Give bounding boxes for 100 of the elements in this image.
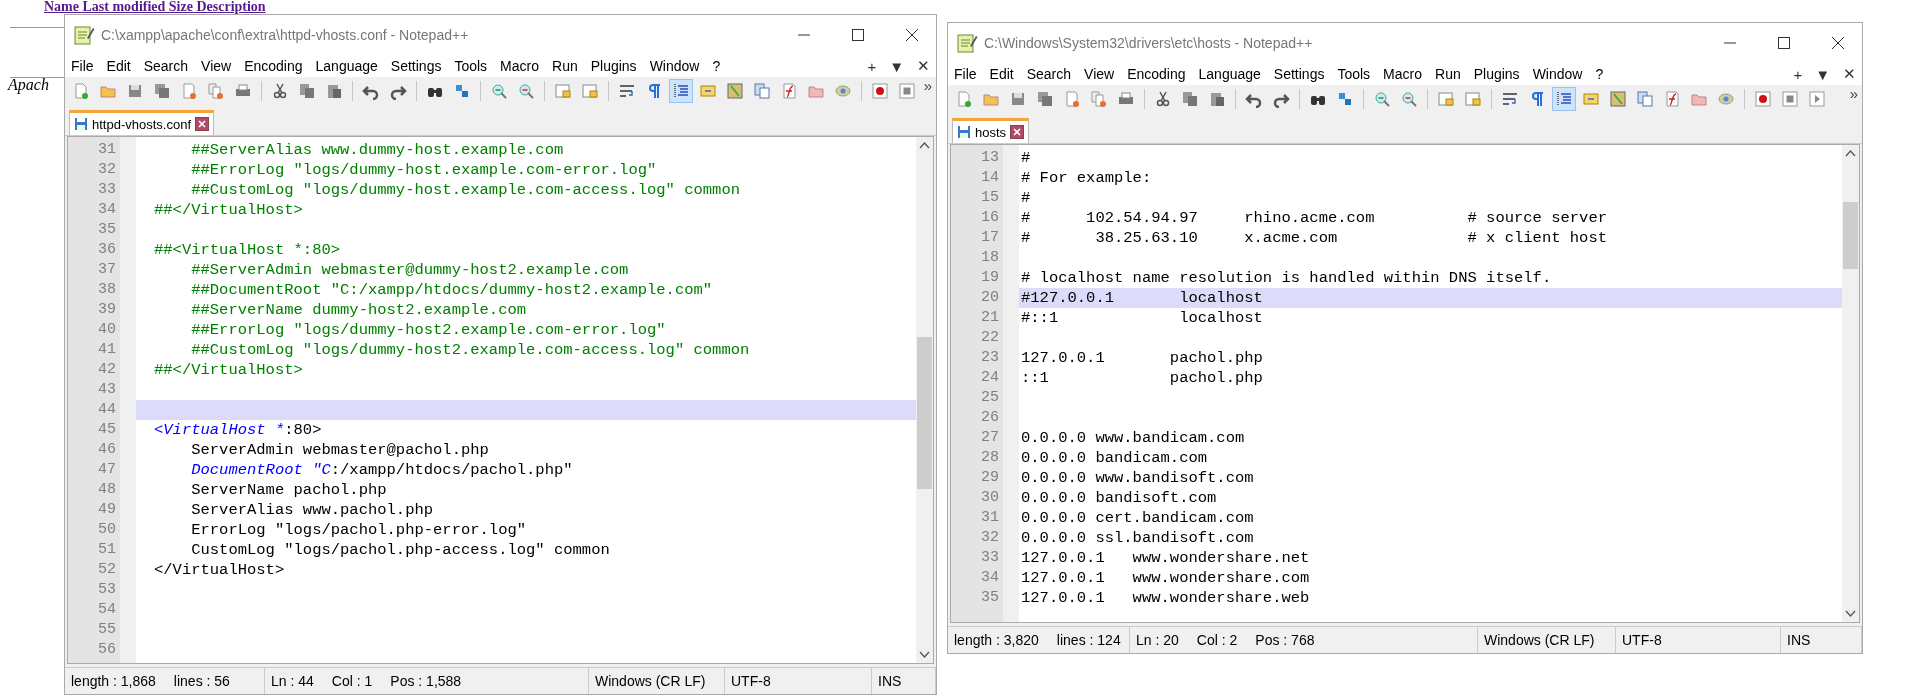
line-number: 18 [980,248,1000,268]
line-number: 44 [97,400,117,420]
menu-item[interactable]: Encoding [1127,66,1186,82]
code-line: # 102.54.94.97 rhino.acme.com # source server [1021,209,1607,227]
line-number: 31 [97,140,117,160]
close-icon[interactable] [195,117,209,131]
line-number: 46 [97,440,117,460]
new-file-icon [955,90,973,108]
map-icon [726,82,744,100]
document-function-icon [1663,90,1681,108]
menu-item[interactable]: Tools [1337,66,1371,82]
map-icon [1609,90,1627,108]
file-tab[interactable]: hosts [952,118,1030,143]
status-text: Ln : 44 [271,673,314,689]
code-line: 0.0.0.0 bandisoft.com [1021,489,1217,507]
line-number: 53 [97,580,117,600]
menu-item[interactable]: Language [315,58,378,74]
menu-item[interactable]: Settings [390,58,442,74]
status-text: length : 1,868 [71,673,156,689]
vertical-scrollbar[interactable] [916,137,933,663]
menu-control[interactable]: + [1793,65,1803,83]
line-number: 43 [97,380,117,400]
document-close-icon [1063,90,1081,108]
line-number: 39 [97,300,117,320]
line-number: 21 [980,308,1000,328]
line-number: 32 [97,160,117,180]
menu-control[interactable]: ▼ [889,57,904,75]
menu-item[interactable]: Edit [989,66,1014,82]
menu-item[interactable]: Language [1198,66,1261,82]
code-line: ##ServerName dummy-host2.example.com [190,301,527,319]
eye-icon [1717,90,1735,108]
code-line: CustomLog "logs/pachol.php-access.log" common [190,541,610,559]
menu-item[interactable]: Run [1435,66,1461,82]
line-number: 31 [980,508,1000,528]
close-icon[interactable] [1010,125,1025,139]
window-lock-icon [1437,90,1455,108]
eye-icon [834,82,852,100]
menu-item[interactable]: File [71,58,94,74]
menu-item[interactable]: File [954,66,977,82]
file-tab[interactable]: httpd-vhosts.conf [69,110,214,135]
status-text: Col : 2 [1196,632,1238,648]
scroll-down-icon[interactable] [1845,610,1856,618]
status-text: lines : 124 [1056,632,1121,648]
menu-control[interactable]: ✕ [1843,65,1856,83]
menu-item[interactable]: Macro [500,58,539,74]
copy-icon [298,82,316,100]
menu-item[interactable]: Window [1532,66,1583,82]
code-line: 0.0.0.0 bandicam.com [1021,449,1208,467]
menu-item[interactable]: Plugins [590,58,637,74]
code-line: <VirtualHost *:80> [154,421,322,439]
menu-item[interactable]: Encoding [244,58,303,74]
toolbar-overflow[interactable]: » [1849,85,1858,102]
menu-control[interactable]: + [867,57,877,75]
menu-item[interactable]: Search [143,58,189,74]
menu-item[interactable]: Plugins [1473,66,1520,82]
scroll-up-icon[interactable] [1845,149,1856,157]
menu-item[interactable]: Search [1026,66,1072,82]
line-number: 47 [97,460,117,480]
line-number: 23 [980,348,1000,368]
menu-item[interactable]: ? [712,58,721,74]
code-line: # For example: [1021,169,1152,187]
scrollbar-thumb[interactable] [917,336,932,490]
line-number: 30 [980,488,1000,508]
menu-item[interactable]: ? [1595,66,1604,82]
scroll-down-icon[interactable] [919,651,930,659]
menu-item[interactable]: Tools [454,58,488,74]
zoom-out-icon [517,82,535,100]
scroll-up-icon[interactable] [919,141,930,149]
menu-item[interactable]: Edit [106,58,131,74]
code-line: 0.0.0.0 www.bandicam.com [1021,429,1245,447]
menu-item[interactable]: Settings [1273,66,1325,82]
toolbar-overflow[interactable]: » [923,77,932,94]
line-number: 41 [97,340,117,360]
code-line: 127.0.0.1 pachol.php [1021,349,1263,367]
window-title: C:\xampp\apache\conf\extra\httpd-vhosts.conf - Notepad++ [101,27,470,43]
line-number: 54 [97,600,117,620]
line-number: 25 [980,388,1000,408]
line-number: 52 [97,560,117,580]
line-number: 13 [980,148,1000,168]
code-line: # [1021,149,1031,167]
documents-close-icon [1090,90,1108,108]
menu-control[interactable]: ▼ [1815,65,1830,83]
line-number: 34 [980,568,1000,588]
code-line: 0.0.0.0 www.bandisoft.com [1021,469,1254,487]
scrollbar-thumb[interactable] [1843,202,1858,269]
menu-item[interactable]: View [201,58,232,74]
code-line: # localhost name resolution is handled within DNS itself. [1021,269,1552,287]
code-line: ##<VirtualHost *:80> [154,241,341,259]
column-header-link[interactable]: Name Last modified Size Description [44,0,266,14]
menu-item[interactable]: Macro [1383,66,1422,82]
menu-item[interactable]: Run [552,58,578,74]
code-line: 127.0.0.1 www.wondershare.com [1021,569,1310,587]
menu-control[interactable]: ✕ [917,57,930,75]
menu-item[interactable]: View [1084,66,1115,82]
code-line: 0.0.0.0 ssl.bandisoft.com [1021,529,1254,547]
menu-item[interactable]: Window [649,58,700,74]
status-text: UTF-8 [731,673,771,689]
code-line: ##DocumentRoot "C:/xampp/htdocs/dummy-host2.example.com" [190,281,713,299]
vertical-scrollbar[interactable] [1842,145,1859,622]
indent-guide-icon [672,82,690,100]
